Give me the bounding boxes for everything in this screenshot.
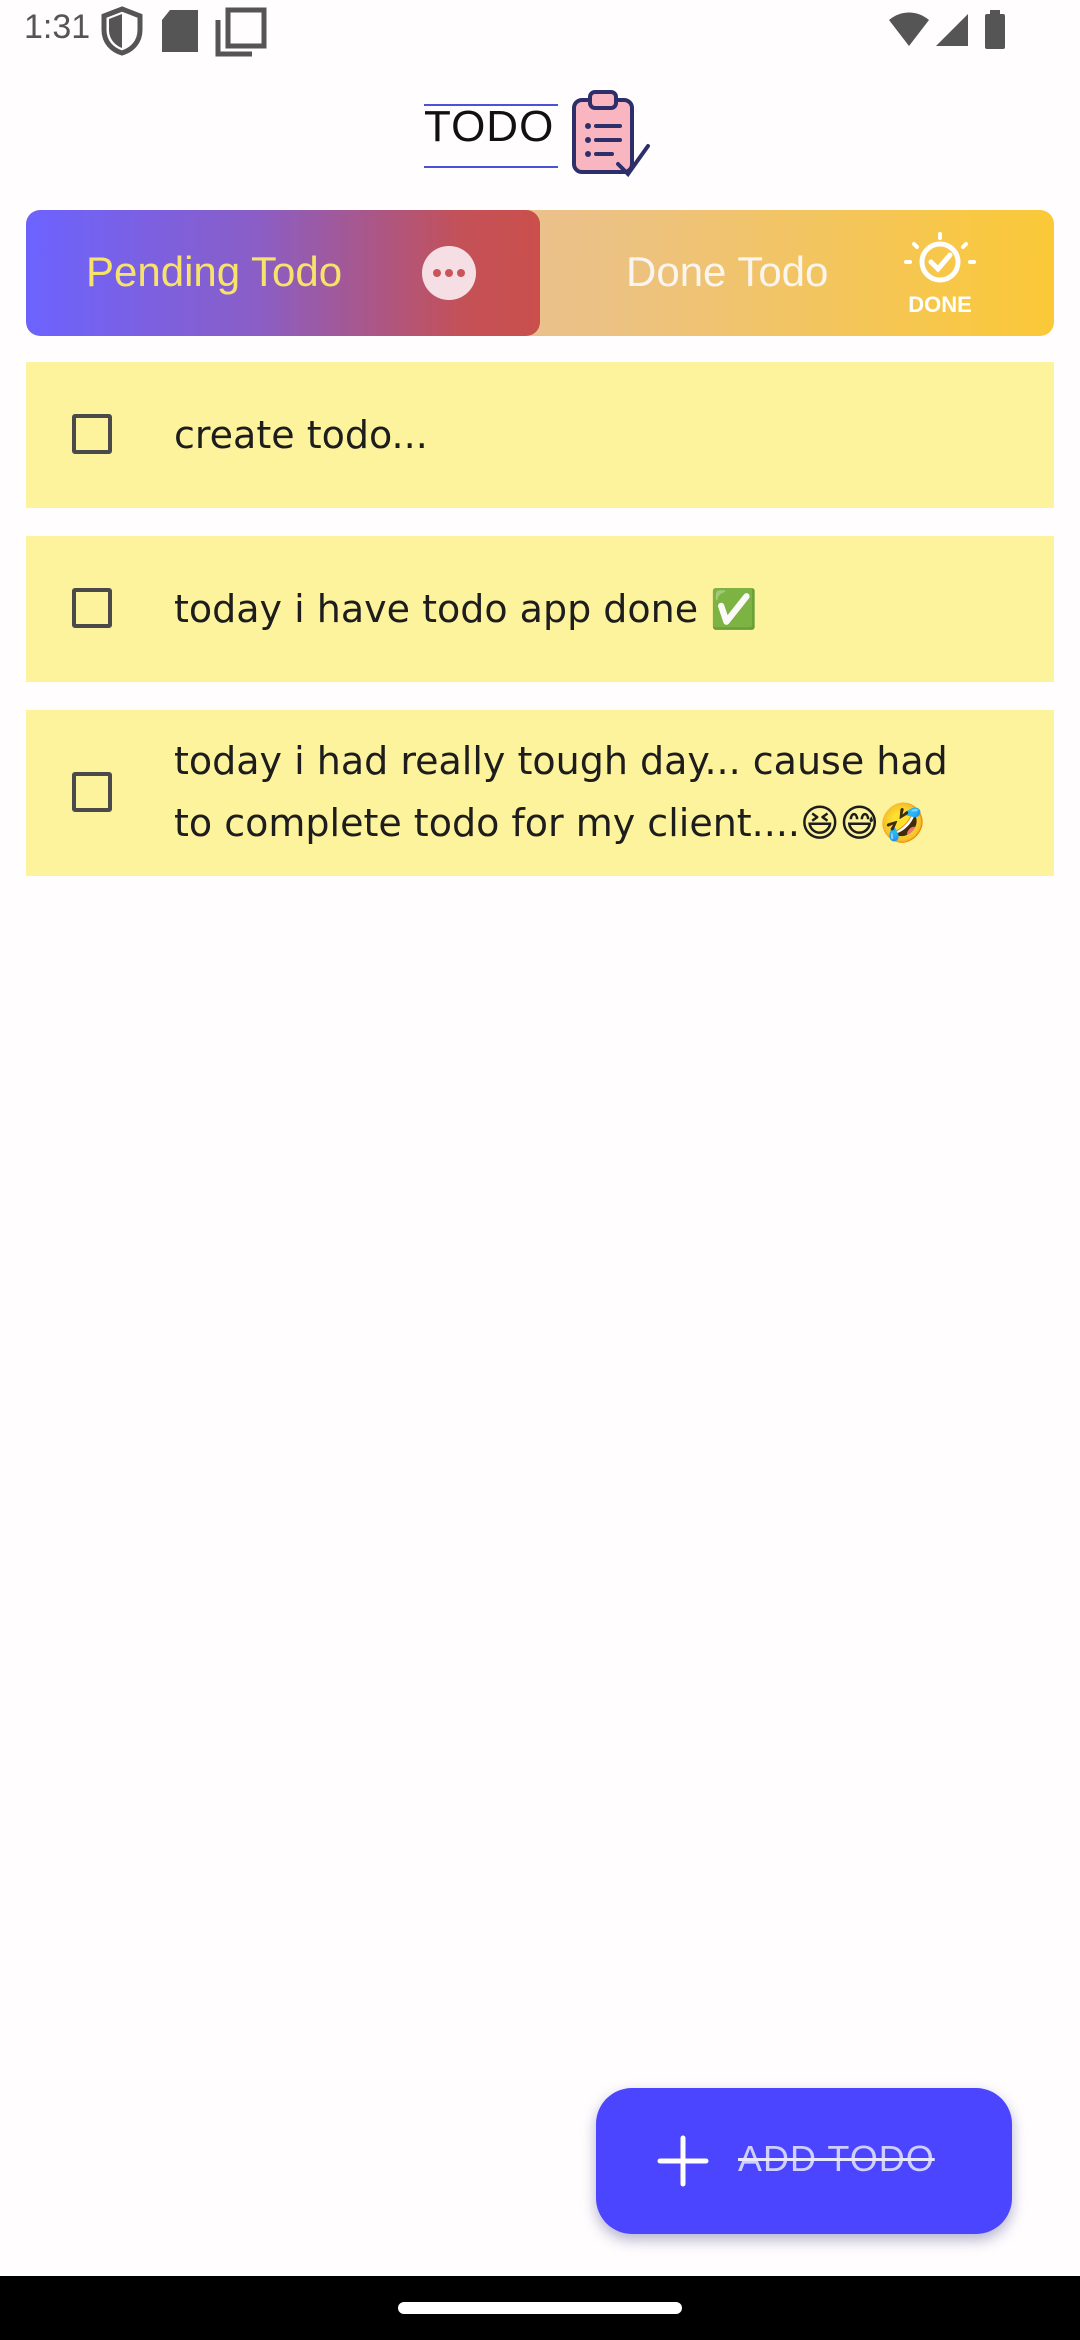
add-todo-button[interactable]: ADD TODO	[596, 2088, 1012, 2234]
todo-text: create todo...	[174, 413, 428, 457]
list-item: today i have todo app done ✅	[26, 536, 1054, 682]
shield-icon	[101, 6, 143, 56]
logo-underline	[424, 166, 558, 168]
todo-text: today i have todo app done ✅	[174, 587, 758, 631]
todo-text: today i had really tough day... cause ha…	[174, 739, 948, 845]
logo-text: TODO	[424, 102, 555, 151]
system-nav-bar	[0, 2276, 1080, 2340]
tab-pending-label: Pending Todo	[86, 248, 343, 295]
copy-icon	[215, 7, 267, 57]
home-gesture-handle[interactable]	[398, 2302, 682, 2314]
todo-tabs: Done Todo DONE Pending Todo	[26, 210, 1054, 336]
add-todo-label: ADD TODO	[738, 2138, 935, 2179]
status-time: 1:31	[24, 8, 91, 46]
done-badge-icon: DONE	[904, 232, 976, 317]
clipboard-list-icon	[572, 90, 650, 178]
tab-pending-todo[interactable]: Pending Todo	[26, 210, 540, 336]
list-item: today i had really tough day... cause ha…	[26, 710, 1054, 876]
app-logo: TODO	[424, 88, 664, 184]
more-dots-icon	[422, 246, 476, 300]
tab-done-label: Done Todo	[626, 248, 829, 295]
battery-icon	[985, 10, 1005, 49]
plus-icon	[657, 2135, 709, 2187]
sd-card-icon	[162, 10, 198, 52]
todo-checkbox[interactable]	[72, 414, 112, 454]
cell-signal-icon	[936, 14, 968, 46]
wifi-icon	[889, 12, 929, 46]
list-item: create todo...	[26, 362, 1054, 508]
svg-text:DONE: DONE	[908, 292, 972, 317]
todo-checkbox[interactable]	[72, 772, 112, 812]
todo-checkbox[interactable]	[72, 588, 112, 628]
status-bar: 1:31	[0, 0, 1080, 66]
